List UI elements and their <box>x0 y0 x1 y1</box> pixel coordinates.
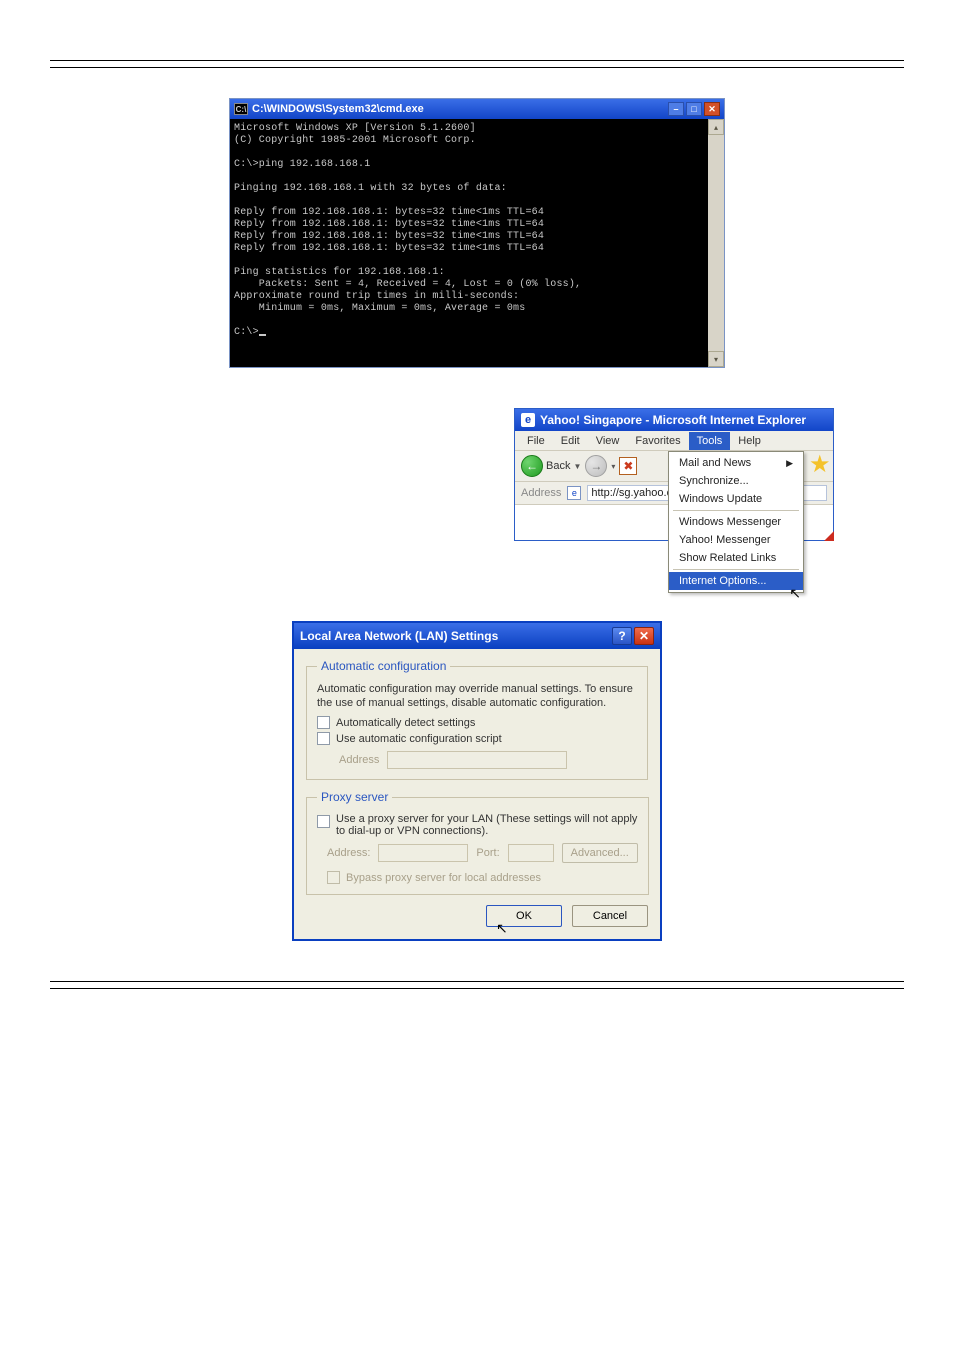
lan-titlebar[interactable]: Local Area Network (LAN) Settings ? ✕ <box>294 623 660 649</box>
minimize-button[interactable]: – <box>668 102 684 116</box>
tools-internet-options-label: Internet Options... <box>679 575 766 587</box>
ie-title: Yahoo! Singapore - Microsoft Internet Ex… <box>540 413 806 427</box>
cmd-scrollbar[interactable]: ▴ ▾ <box>708 119 724 367</box>
back-button[interactable]: ← Back ▼ <box>521 455 581 477</box>
menu-favorites[interactable]: Favorites <box>627 432 688 450</box>
forward-arrow-icon: → <box>590 459 602 473</box>
advanced-button: Advanced... <box>562 843 638 863</box>
menu-help[interactable]: Help <box>730 432 769 450</box>
help-button[interactable]: ? <box>612 627 632 645</box>
auto-script-label: Use automatic configuration script <box>336 733 502 745</box>
tools-synchronize[interactable]: Synchronize... <box>669 472 803 490</box>
forward-dropdown-icon[interactable]: ▾ <box>611 462 615 471</box>
tools-windows-update[interactable]: Windows Update <box>669 490 803 508</box>
cancel-button[interactable]: Cancel <box>572 905 648 927</box>
back-dropdown-icon[interactable]: ▼ <box>573 462 581 471</box>
scroll-track[interactable] <box>708 135 724 351</box>
automatic-configuration-text: Automatic configuration may override man… <box>317 682 637 710</box>
proxy-server-legend: Proxy server <box>317 790 392 804</box>
cmd-window: C:\ C:\WINDOWS\System32\cmd.exe – □ ✕ Mi… <box>229 98 725 368</box>
use-proxy-checkbox[interactable] <box>317 815 330 828</box>
tools-show-related-links-label: Show Related Links <box>679 552 776 564</box>
forward-button[interactable]: → <box>585 455 607 477</box>
cmd-output[interactable]: Microsoft Windows XP [Version 5.1.2600] … <box>230 119 708 367</box>
ie-window: e Yahoo! Singapore - Microsoft Internet … <box>514 408 834 541</box>
proxy-server-group: Proxy server Use a proxy server for your… <box>306 790 649 895</box>
back-arrow-icon: ← <box>521 455 543 477</box>
divider-bottom-thick <box>50 988 904 989</box>
automatic-configuration-legend: Automatic configuration <box>317 659 450 673</box>
close-button[interactable]: ✕ <box>634 627 654 645</box>
lan-settings-dialog: Local Area Network (LAN) Settings ? ✕ Au… <box>292 621 662 941</box>
address-label: Address <box>521 487 561 499</box>
bypass-proxy-checkbox <box>327 871 340 884</box>
cursor-icon: ↖ <box>496 920 508 937</box>
stop-icon: ✖ <box>623 459 633 473</box>
page-icon: e <box>567 486 581 500</box>
scroll-down-arrow-icon[interactable]: ▾ <box>708 351 724 367</box>
favorites-star-icon: ★ <box>809 453 835 479</box>
cmd-titlebar[interactable]: C:\ C:\WINDOWS\System32\cmd.exe – □ ✕ <box>230 99 724 119</box>
divider-bottom-thin <box>50 981 904 982</box>
auto-detect-checkbox[interactable] <box>317 716 330 729</box>
divider-top-thin <box>50 67 904 68</box>
cmd-title: C:\WINDOWS\System32\cmd.exe <box>252 103 424 115</box>
tools-yahoo-messenger-label: Yahoo! Messenger <box>679 534 771 546</box>
menu-file[interactable]: File <box>519 432 553 450</box>
tools-dropdown: Mail and News ▶ Synchronize... Windows U… <box>668 451 804 593</box>
cursor-icon: ↖ <box>789 585 801 602</box>
tools-windows-update-label: Windows Update <box>679 493 762 505</box>
auto-script-checkbox[interactable] <box>317 732 330 745</box>
ie-titlebar[interactable]: e Yahoo! Singapore - Microsoft Internet … <box>515 409 833 431</box>
lan-title: Local Area Network (LAN) Settings <box>300 629 498 643</box>
tools-yahoo-messenger[interactable]: Yahoo! Messenger <box>669 531 803 549</box>
tools-internet-options[interactable]: Internet Options... <box>669 572 803 590</box>
ie-corner-marker-icon <box>824 531 834 541</box>
tools-separator-1 <box>673 510 799 511</box>
bypass-proxy-label: Bypass proxy server for local addresses <box>346 872 541 884</box>
tools-windows-messenger[interactable]: Windows Messenger <box>669 513 803 531</box>
automatic-configuration-group: Automatic configuration Automatic config… <box>306 659 648 780</box>
ie-icon: e <box>521 413 535 427</box>
back-label: Back <box>546 460 570 472</box>
tools-synchronize-label: Synchronize... <box>679 475 749 487</box>
scroll-up-arrow-icon[interactable]: ▴ <box>708 119 724 135</box>
tools-windows-messenger-label: Windows Messenger <box>679 516 781 528</box>
proxy-address-input <box>378 844 468 862</box>
close-button[interactable]: ✕ <box>704 102 720 116</box>
script-address-label: Address <box>339 754 379 766</box>
tools-mail-label: Mail and News <box>679 457 751 469</box>
auto-detect-label: Automatically detect settings <box>336 717 475 729</box>
proxy-address-label: Address: <box>327 847 370 859</box>
menu-edit[interactable]: Edit <box>553 432 588 450</box>
ie-menubar: File Edit View Favorites Tools Help <box>515 431 833 451</box>
menu-view[interactable]: View <box>588 432 628 450</box>
stop-button[interactable]: ✖ <box>619 457 637 475</box>
cmd-icon: C:\ <box>234 103 248 115</box>
tools-mail-and-news[interactable]: Mail and News ▶ <box>669 454 803 472</box>
maximize-button[interactable]: □ <box>686 102 702 116</box>
menu-tools[interactable]: Tools <box>689 432 731 450</box>
script-address-input <box>387 751 567 769</box>
divider-top-thick <box>50 60 904 61</box>
proxy-port-input <box>508 844 554 862</box>
use-proxy-label: Use a proxy server for your LAN (These s… <box>336 813 638 837</box>
tools-separator-2 <box>673 569 799 570</box>
proxy-port-label: Port: <box>476 847 499 859</box>
tools-show-related-links[interactable]: Show Related Links <box>669 549 803 567</box>
submenu-arrow-icon: ▶ <box>786 458 793 469</box>
